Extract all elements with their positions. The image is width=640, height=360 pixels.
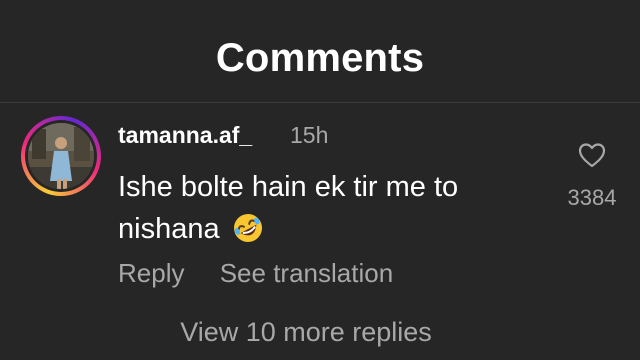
reply-button[interactable]: Reply: [118, 258, 184, 288]
avatar-photo: [28, 123, 94, 189]
avatar-photo-image: [28, 123, 94, 189]
header-divider: [0, 102, 640, 103]
comments-screen: Comments tamanna.af_ 15h Ishe bolte hain…: [0, 0, 640, 360]
see-translation-button[interactable]: See translation: [220, 258, 393, 288]
like-count: 3384: [567, 185, 617, 210]
rolling-on-floor-laughing-emoji-icon: [232, 212, 264, 256]
comment-timestamp: 15h: [290, 122, 329, 148]
page-title: Comments: [215, 36, 425, 80]
comment-text: Ishe bolte hain ek tir me to nishana: [118, 171, 459, 245]
view-more-replies-button[interactable]: View 10 more replies: [0, 317, 612, 348]
heart-icon[interactable]: [578, 142, 606, 168]
avatar[interactable]: [21, 116, 101, 196]
comment-actions: Reply See translation: [118, 258, 421, 289]
comment-body: Ishe bolte hain ek tir me to nishana: [118, 166, 538, 256]
comment-username[interactable]: tamanna.af_: [118, 122, 252, 149]
